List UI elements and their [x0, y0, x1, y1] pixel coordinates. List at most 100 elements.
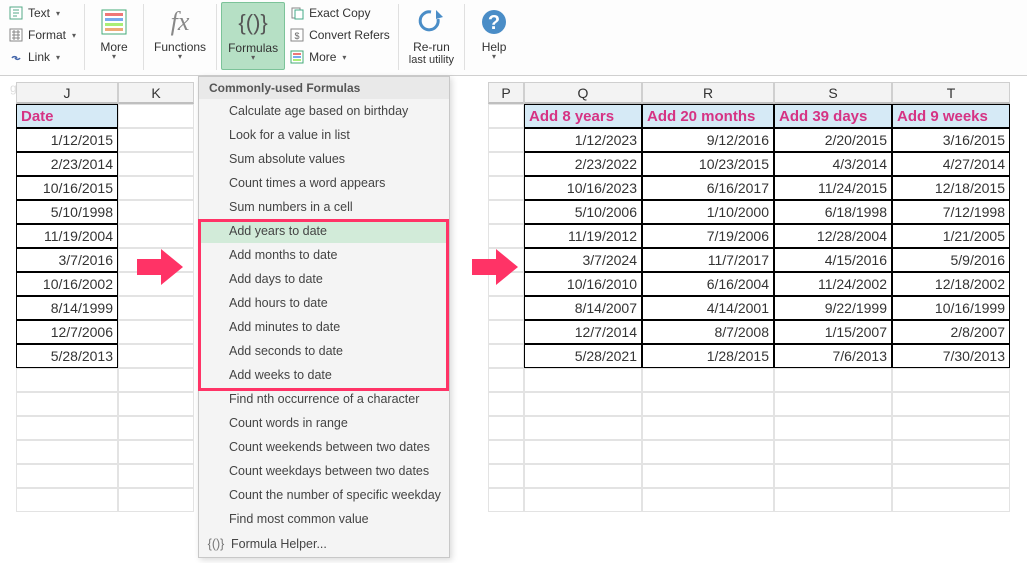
empty[interactable]	[642, 392, 774, 416]
cell-k-0[interactable]	[118, 128, 194, 152]
empty[interactable]	[488, 416, 524, 440]
colheader-r[interactable]: R	[642, 82, 774, 104]
dropdown-item-add-weeks-to-date[interactable]: Add weeks to date	[199, 363, 449, 387]
empty[interactable]	[774, 416, 892, 440]
left-cell-5[interactable]: 3/7/2016	[16, 248, 118, 272]
right-cell-7-1[interactable]: 4/14/2001	[642, 296, 774, 320]
text-button[interactable]: Text▾	[4, 2, 80, 24]
empty[interactable]	[774, 440, 892, 464]
colheader-t[interactable]: T	[892, 82, 1010, 104]
empty[interactable]	[892, 416, 1010, 440]
formula-helper-item[interactable]: {()} Formula Helper...	[199, 531, 449, 557]
right-cell-0-3[interactable]: 3/16/2015	[892, 128, 1010, 152]
left-cell-7[interactable]: 8/14/1999	[16, 296, 118, 320]
dropdown-item-sum-absolute-values[interactable]: Sum absolute values	[199, 147, 449, 171]
cell-k-1[interactable]	[118, 152, 194, 176]
empty[interactable]	[524, 392, 642, 416]
empty[interactable]	[118, 416, 194, 440]
left-cell-3[interactable]: 5/10/1998	[16, 200, 118, 224]
link-button[interactable]: Link▾	[4, 46, 80, 68]
dropdown-item-count-words-in-range[interactable]: Count words in range	[199, 411, 449, 435]
right-cell-8-1[interactable]: 8/7/2008	[642, 320, 774, 344]
format-button[interactable]: Format▾	[4, 24, 80, 46]
right-cell-3-2[interactable]: 6/18/1998	[774, 200, 892, 224]
right-cell-1-1[interactable]: 10/23/2015	[642, 152, 774, 176]
formulas-button[interactable]: {()} Formulas ▾	[221, 2, 285, 70]
right-cell-6-3[interactable]: 12/18/2002	[892, 272, 1010, 296]
right-cell-9-3[interactable]: 7/30/2013	[892, 344, 1010, 368]
right-cell-4-0[interactable]: 11/19/2012	[524, 224, 642, 248]
cell-p-9[interactable]	[488, 344, 524, 368]
empty[interactable]	[488, 488, 524, 512]
help-button[interactable]: ? Help ▾	[469, 2, 519, 70]
right-cell-7-3[interactable]: 10/16/1999	[892, 296, 1010, 320]
dropdown-item-add-years-to-date[interactable]: Add years to date	[199, 219, 449, 243]
left-cell-4[interactable]: 11/19/2004	[16, 224, 118, 248]
dropdown-item-add-hours-to-date[interactable]: Add hours to date	[199, 291, 449, 315]
right-header-2[interactable]: Add 39 days	[774, 104, 892, 128]
left-cell-0[interactable]: 1/12/2015	[16, 128, 118, 152]
empty[interactable]	[16, 488, 118, 512]
cell-k-7[interactable]	[118, 296, 194, 320]
left-cell-6[interactable]: 10/16/2002	[16, 272, 118, 296]
cell-p-0[interactable]	[488, 128, 524, 152]
right-cell-8-0[interactable]: 12/7/2014	[524, 320, 642, 344]
right-cell-5-1[interactable]: 11/7/2017	[642, 248, 774, 272]
left-header-date[interactable]: Date	[16, 104, 118, 128]
empty[interactable]	[642, 488, 774, 512]
empty[interactable]	[488, 392, 524, 416]
right-cell-1-2[interactable]: 4/3/2014	[774, 152, 892, 176]
dropdown-item-add-months-to-date[interactable]: Add months to date	[199, 243, 449, 267]
dropdown-item-count-the-number-of-specific-weekday[interactable]: Count the number of specific weekday	[199, 483, 449, 507]
colheader-p[interactable]: P	[488, 82, 524, 104]
cell-p-4[interactable]	[488, 224, 524, 248]
right-cell-4-1[interactable]: 7/19/2006	[642, 224, 774, 248]
dropdown-item-count-weekends-between-two-dates[interactable]: Count weekends between two dates	[199, 435, 449, 459]
right-header-3[interactable]: Add 9 weeks	[892, 104, 1010, 128]
colheader-k[interactable]: K	[118, 82, 194, 104]
cell-k-3[interactable]	[118, 200, 194, 224]
more-button-1[interactable]: More ▾	[89, 2, 139, 70]
right-cell-5-2[interactable]: 4/15/2016	[774, 248, 892, 272]
cell-p-8[interactable]	[488, 320, 524, 344]
cell-p-2[interactable]	[488, 176, 524, 200]
empty[interactable]	[16, 368, 118, 392]
right-cell-4-2[interactable]: 12/28/2004	[774, 224, 892, 248]
empty[interactable]	[118, 368, 194, 392]
right-cell-9-2[interactable]: 7/6/2013	[774, 344, 892, 368]
right-cell-7-2[interactable]: 9/22/1999	[774, 296, 892, 320]
cell-k-2[interactable]	[118, 176, 194, 200]
left-cell-9[interactable]: 5/28/2013	[16, 344, 118, 368]
empty[interactable]	[524, 488, 642, 512]
empty[interactable]	[892, 464, 1010, 488]
empty[interactable]	[642, 368, 774, 392]
cell-p-3[interactable]	[488, 200, 524, 224]
right-cell-3-1[interactable]: 1/10/2000	[642, 200, 774, 224]
empty[interactable]	[774, 488, 892, 512]
right-header-1[interactable]: Add 20 months	[642, 104, 774, 128]
dropdown-item-calculate-age-based-on-birthday[interactable]: Calculate age based on birthday	[199, 99, 449, 123]
right-cell-2-1[interactable]: 6/16/2017	[642, 176, 774, 200]
empty[interactable]	[16, 392, 118, 416]
empty[interactable]	[118, 464, 194, 488]
right-cell-6-0[interactable]: 10/16/2010	[524, 272, 642, 296]
dropdown-item-count-times-a-word-appears[interactable]: Count times a word appears	[199, 171, 449, 195]
right-cell-2-2[interactable]: 11/24/2015	[774, 176, 892, 200]
right-cell-7-0[interactable]: 8/14/2007	[524, 296, 642, 320]
right-cell-8-2[interactable]: 1/15/2007	[774, 320, 892, 344]
empty[interactable]	[118, 392, 194, 416]
dropdown-item-add-days-to-date[interactable]: Add days to date	[199, 267, 449, 291]
empty[interactable]	[488, 440, 524, 464]
dropdown-item-find-nth-occurrence-of-a-character[interactable]: Find nth occurrence of a character	[199, 387, 449, 411]
functions-button[interactable]: fx Functions ▾	[148, 2, 212, 70]
empty[interactable]	[16, 416, 118, 440]
left-cell-2[interactable]: 10/16/2015	[16, 176, 118, 200]
empty[interactable]	[892, 392, 1010, 416]
right-cell-3-3[interactable]: 7/12/1998	[892, 200, 1010, 224]
cell-k-4[interactable]	[118, 224, 194, 248]
right-cell-0-1[interactable]: 9/12/2016	[642, 128, 774, 152]
dropdown-item-find-most-common-value[interactable]: Find most common value	[199, 507, 449, 531]
dropdown-item-count-weekdays-between-two-dates[interactable]: Count weekdays between two dates	[199, 459, 449, 483]
right-header-0[interactable]: Add 8 years	[524, 104, 642, 128]
cell-p-6[interactable]	[488, 272, 524, 296]
